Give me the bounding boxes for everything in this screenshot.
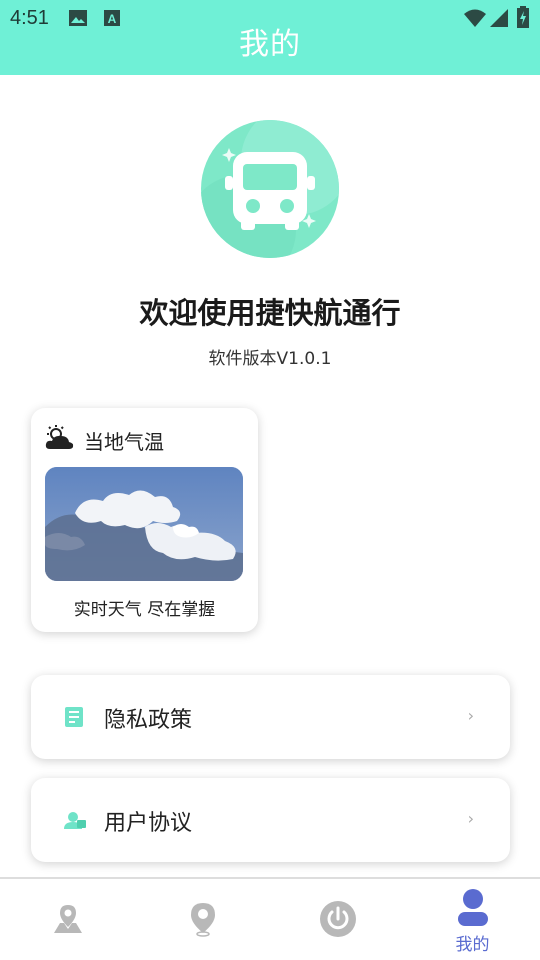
- bottom-navigation: 我的: [0, 877, 540, 960]
- app-version: 软件版本V1.0.1: [208, 349, 332, 369]
- menu-label-privacy-policy: 隐私政策: [104, 708, 193, 733]
- app-logo: [201, 120, 339, 258]
- nav-tab-map[interactable]: [0, 879, 135, 960]
- header-bar: 4:51 A 我的: [0, 0, 540, 75]
- menu-item-user-agreement[interactable]: 用户协议 ›: [31, 778, 510, 862]
- map-location-icon: [53, 905, 82, 933]
- welcome-title: 欢迎使用捷快航通行: [139, 296, 401, 330]
- menu-label-user-agreement: 用户协议: [104, 811, 193, 836]
- page-title: 我的: [239, 27, 301, 62]
- person-icon: [457, 889, 488, 926]
- nav-tab-location[interactable]: [135, 879, 270, 960]
- document-icon: [64, 706, 84, 732]
- weather-sky-image: [45, 467, 243, 581]
- user-agreement-icon: [63, 810, 87, 834]
- weather-card[interactable]: 当地气温 实时天气 尽在掌握: [31, 408, 258, 632]
- power-icon: [319, 901, 356, 937]
- location-pin-icon: [190, 903, 215, 937]
- partly-cloudy-icon: [44, 425, 74, 455]
- nav-tab-mine[interactable]: 我的: [405, 879, 540, 960]
- nav-label-mine: 我的: [455, 935, 490, 955]
- weather-title: 当地气温: [84, 430, 164, 454]
- menu-item-privacy-policy[interactable]: 隐私政策 ›: [31, 675, 510, 759]
- chevron-right-icon: ›: [467, 809, 474, 828]
- weather-caption: 实时天气 尽在掌握: [73, 600, 216, 620]
- nav-tab-power[interactable]: [270, 879, 405, 960]
- chevron-right-icon: ›: [467, 706, 474, 725]
- bus-icon: [201, 120, 339, 258]
